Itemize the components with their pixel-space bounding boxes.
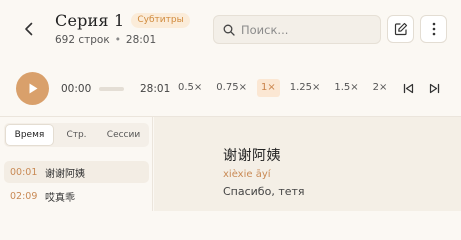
sidebar-tab[interactable]: Время	[6, 125, 53, 145]
sidebar-tabs: Время Стр. Сессии	[4, 123, 149, 147]
edit-button[interactable]	[387, 15, 414, 43]
subtitle-list: 00:01 谢谢阿姨 02:09 哎真乖	[4, 161, 149, 209]
skip-next-icon	[429, 83, 439, 93]
list-item-text: 哎真乖	[45, 192, 75, 204]
search-input[interactable]	[241, 22, 371, 37]
current-time: 00:00	[61, 83, 92, 95]
back-button[interactable]	[19, 19, 39, 39]
sidebar-tab[interactable]: Сессии	[100, 125, 147, 145]
speed-option[interactable]: 1×	[256, 79, 280, 97]
speed-option[interactable]: 2×	[369, 79, 392, 97]
previous-line-button[interactable]	[401, 81, 415, 95]
list-item-text: 谢谢阿姨	[45, 168, 85, 180]
speed-option[interactable]: 1.5×	[330, 79, 362, 97]
progress-slider[interactable]	[99, 87, 124, 91]
subtitle-translation: Спасибо, тетя	[223, 185, 305, 198]
skip-previous-icon	[403, 83, 413, 93]
play-button[interactable]	[16, 72, 49, 105]
list-item-time: 00:01	[10, 166, 38, 178]
search-box[interactable]	[213, 15, 381, 44]
total-time: 28:01	[140, 83, 171, 95]
sidebar-tab[interactable]: Стр.	[53, 125, 100, 145]
edit-icon	[394, 22, 407, 36]
episode-duration: 28:01	[125, 34, 157, 46]
sidebar: Время Стр. Сессии 00:01 谢谢阿姨 02:09 哎真乖	[0, 117, 153, 211]
subtitles-badge: Субтитры	[131, 13, 190, 28]
title-row: Серия 1 Субтитры	[55, 11, 190, 30]
list-item[interactable]: 00:01 谢谢阿姨	[4, 161, 149, 183]
speed-option[interactable]: 0.5×	[174, 79, 206, 97]
episode-meta: 692 строк • 28:01	[55, 34, 156, 46]
speed-option[interactable]: 0.75×	[212, 79, 251, 97]
page-title: Серия 1	[55, 11, 125, 30]
search-icon	[223, 24, 235, 36]
line-count: 692 строк	[55, 34, 110, 46]
more-vertical-icon	[432, 22, 435, 36]
subtitle-detail: 谢谢阿姨 xièxie āyí Спасибо, тетя	[154, 117, 461, 211]
speed-option[interactable]: 1.25×	[286, 79, 325, 97]
chevron-left-icon	[25, 22, 33, 36]
play-icon	[29, 83, 37, 94]
subtitle-pinyin: xièxie āyí	[223, 169, 271, 180]
subtitle-hanzi: 谢谢阿姨	[223, 148, 281, 164]
meta-separator: •	[114, 34, 121, 46]
player-bar: 00:00 28:01 0.5× 0.75× 1× 1.25× 1.5× 2×	[0, 60, 461, 117]
list-item[interactable]: 02:09 哎真乖	[4, 185, 149, 207]
next-line-button[interactable]	[427, 81, 441, 95]
more-options-button[interactable]	[420, 15, 447, 43]
list-item-time: 02:09	[10, 190, 38, 202]
speed-options: 0.5× 0.75× 1× 1.25× 1.5× 2×	[174, 79, 391, 97]
header: Серия 1 Субтитры 692 строк • 28:01	[0, 0, 461, 60]
